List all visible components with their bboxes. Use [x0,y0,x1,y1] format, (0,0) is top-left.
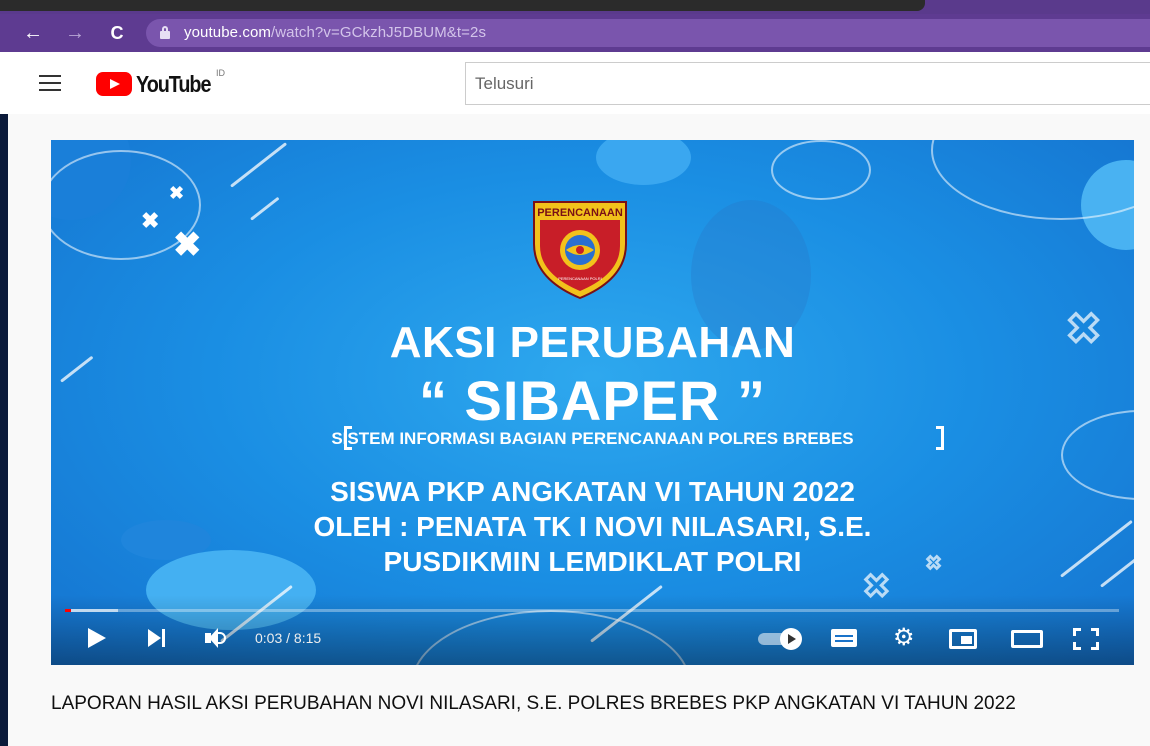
search-placeholder: Telusuri [475,74,534,93]
video-title-line2: “ SIBAPER ” [418,369,767,432]
lock-icon[interactable] [160,26,170,39]
player-controls: 0:03 / 8:15 ⚙ [51,595,1134,665]
badge-text: PERENCANAAN [537,207,623,219]
played-bar [65,609,72,612]
reload-button[interactable]: C [104,20,130,46]
decor-swirl [931,140,1134,220]
search-input[interactable]: Telusuri [465,62,1150,105]
miniplayer-icon[interactable] [949,625,979,651]
fullscreen-icon[interactable] [1073,625,1099,651]
video-player[interactable]: ✖ ✖ ✖ ✖ ✖ ✖ PERENCANAAN PERENCANAAN POLR… [51,140,1134,665]
url-field[interactable]: youtube.com/watch?v=GCkzhJ5DBUM&t=2s [146,19,1150,47]
decor-x-icon: ✖ [169,183,185,203]
address-bar: ← → C youtube.com/watch?v=GCkzhJ5DBUM&t=… [0,14,1150,52]
menu-icon[interactable] [39,75,61,91]
video-page-title: LAPORAN HASIL AKSI PERUBAHAN NOVI NILASA… [51,693,1016,714]
next-icon[interactable] [146,625,168,651]
subtitles-icon[interactable] [831,625,859,651]
url-text: youtube.com/watch?v=GCkzhJ5DBUM&t=2s [184,24,486,41]
settings-gear-icon[interactable]: ⚙ [893,625,919,651]
decor-swirl [771,140,871,200]
decor-slash [250,196,280,221]
active-tab[interactable] [0,0,925,11]
decor-slash [230,142,288,188]
perencanaan-badge-icon: PERENCANAAN PERENCANAAN POLRI [533,201,627,300]
url-host: youtube.com [184,24,271,41]
buffered-bar [71,609,118,612]
youtube-header: YouTube ID Telusuri [0,52,1150,114]
back-button[interactable]: ← [20,20,46,46]
badge-small-text: PERENCANAAN POLRI [558,276,602,281]
decor-x-icon: ✖ [173,226,202,264]
video-line3: SISWA PKP ANGKATAN VI TAHUN 2022 [330,476,855,507]
theater-mode-icon[interactable] [1011,625,1043,651]
country-code: ID [216,68,225,78]
autoplay-toggle-icon[interactable] [758,625,804,651]
browser-window: ← → C youtube.com/watch?v=GCkzhJ5DBUM&t=… [0,0,1150,746]
decor-blob [596,140,691,185]
url-path: /watch?v=GCkzhJ5DBUM&t=2s [270,24,487,41]
tab-strip [0,0,1150,14]
play-icon[interactable] [86,625,108,651]
video-line4: OLEH : PENATA TK I NOVI NILASARI, S.E. [313,511,872,542]
window-edge [0,52,8,746]
video-subtitle: SISTEM INFORMASI BAGIAN PERENCANAAN POLR… [331,429,854,448]
decor-x-icon: ✖ [141,208,160,233]
progress-bar[interactable] [65,609,1119,612]
youtube-play-icon [96,72,132,96]
forward-button[interactable]: → [62,20,88,46]
time-display: 0:03 / 8:15 [255,630,322,646]
youtube-wordmark: YouTube [136,71,211,97]
video-title-line1: AKSI PERUBAHAN [389,318,796,367]
video-line5: PUSDIKMIN LEMDIKLAT POLRI [383,546,802,577]
volume-icon[interactable] [203,625,229,651]
